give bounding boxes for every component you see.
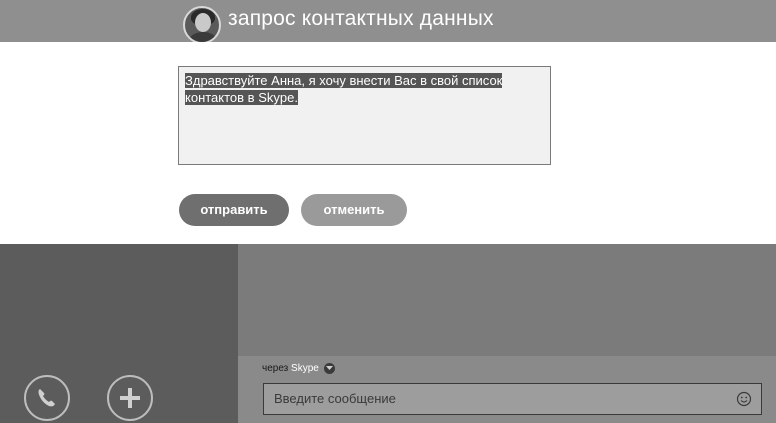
compose-area: через Skype Введите сообщение [238, 356, 776, 423]
chevron-down-icon[interactable] [323, 363, 335, 374]
plus-icon [120, 388, 140, 408]
call-button[interactable] [24, 375, 70, 421]
left-panel [0, 244, 238, 423]
phone-icon [38, 389, 55, 407]
message-line-1: Здравствуйте Анна, я хочу внести Вас в с… [185, 73, 503, 88]
message-line-2: контактов в Skype. [185, 90, 298, 105]
add-button[interactable] [107, 375, 153, 421]
contact-request-dialog: Здравствуйте Анна, я хочу внести Вас в с… [0, 42, 776, 244]
avatar-face [195, 13, 211, 32]
contact-avatar [183, 6, 221, 44]
dialog-title: запрос контактных данных [228, 7, 494, 30]
message-input-placeholder: Введите сообщение [274, 391, 396, 406]
message-input[interactable]: Введите сообщение [263, 383, 762, 415]
via-service: Skype [291, 363, 319, 375]
via-selector[interactable]: через Skype [262, 363, 335, 374]
dialog-header: запрос контактных данных [0, 0, 776, 44]
conversation-panel: через Skype Введите сообщение [238, 244, 776, 423]
smiley-icon[interactable] [736, 391, 752, 407]
request-message-textarea[interactable]: Здравствуйте Анна, я хочу внести Вас в с… [178, 66, 551, 165]
send-button[interactable]: отправить [179, 194, 289, 226]
cancel-button[interactable]: отменить [301, 194, 407, 226]
via-prefix: через [262, 363, 289, 375]
